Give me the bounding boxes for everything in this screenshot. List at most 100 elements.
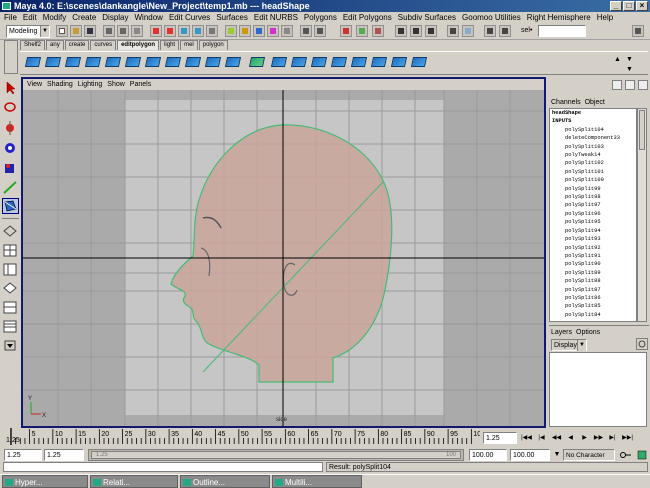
mask-handle-icon[interactable] [150,25,162,37]
character-set-chevron-icon[interactable]: ▼ [552,449,562,461]
render-globals-icon[interactable] [425,25,437,37]
step-back-icon[interactable]: |◀ [536,432,547,444]
playback-start-field[interactable]: 1.25 [44,449,84,461]
mask-surface-icon[interactable] [192,25,204,37]
minimized-window-relationship[interactable]: Relati... [90,475,178,488]
input-node-item[interactable]: deleteComponent33 [550,134,636,142]
snap-view-plane-icon[interactable] [356,25,368,37]
menu-create[interactable]: Create [72,12,96,23]
input-node-item[interactable]: polySplit99 [550,185,636,193]
menu-right-hemisphere[interactable]: Right Hemisphere [527,12,591,23]
shelf-tab-create[interactable]: create [64,40,90,50]
input-node-item[interactable]: polySplit101 [550,168,636,176]
mask-joint-icon[interactable] [164,25,176,37]
shelf-scroll-down-icon[interactable]: ▼ [626,56,634,64]
shelf-poly-tool-10-icon[interactable] [204,53,222,71]
input-node-item[interactable]: polySplit91 [550,252,636,260]
step-forward-key-icon[interactable]: ▶▶ [593,432,604,444]
input-node-item[interactable]: polySplit85 [550,302,636,310]
shelf-poly-tool-9-icon[interactable] [184,53,202,71]
mask-face-icon[interactable] [253,25,265,37]
single-view-layout-icon[interactable] [2,224,19,240]
history-icon[interactable] [372,25,384,37]
mask-uv-icon[interactable] [267,25,279,37]
input-node-item[interactable]: polySplit93 [550,235,636,243]
input-node-item[interactable]: polySplit100 [550,176,636,184]
new-layer-icon[interactable] [636,338,648,350]
save-scene-icon[interactable] [84,25,96,37]
select-tool-icon[interactable] [2,80,19,96]
play-backward-icon[interactable]: ◀ [565,432,576,444]
animation-preferences-icon[interactable] [636,450,648,460]
menu-edit-curves[interactable]: Edit Curves [169,12,210,23]
shelf-poly-tool-20-icon[interactable] [410,53,428,71]
input-node-item[interactable]: polySplit102 [550,159,636,167]
shelf-poly-tool-3-icon[interactable] [64,53,82,71]
outliner-layout-icon[interactable] [2,319,19,335]
shelf-poly-tool-15-icon[interactable] [310,53,328,71]
input-node-item[interactable]: polySplit96 [550,210,636,218]
start-time-field[interactable]: 1.25 [4,449,42,461]
time-slider[interactable]: 5 10 15 20 25 30 35 40 45 50 55 60 65 70 75 80 85 90 95 100 [0,428,480,446]
menu-modify[interactable]: Modify [43,12,67,23]
shelf-poly-tool-8-icon[interactable] [164,53,182,71]
menu-goomoo-utilities[interactable]: Goomoo Utilities [462,12,521,23]
mask-vertex-icon[interactable] [225,25,237,37]
shelf-poly-tool-2-icon[interactable] [44,53,62,71]
snap-grid-icon[interactable] [300,25,312,37]
menu-polygons[interactable]: Polygons [304,12,337,23]
quick-select-input[interactable] [538,25,586,37]
channels-menu[interactable]: Channels [551,99,581,106]
render-icon[interactable] [395,25,407,37]
shelf-tab-shelf2[interactable]: Shelf2 [20,40,46,50]
mode-dropdown[interactable]: Modeling ▼ [6,25,50,38]
mask-curve-icon[interactable] [178,25,190,37]
playback-end-field[interactable]: 100.00 [469,449,507,461]
ipr-render-icon[interactable] [410,25,422,37]
manipulator-tool-icon[interactable] [2,180,19,196]
input-node-item[interactable]: polyTweak14 [550,151,636,159]
hypershade-layout-icon[interactable] [2,300,19,316]
input-node-item[interactable]: polySplit90 [550,260,636,268]
layers-menu-layers[interactable]: Layers [551,329,572,336]
input-node-item[interactable]: polySplit98 [550,193,636,201]
channel-box-toggle-icon[interactable] [632,25,644,37]
channel-box-list[interactable]: headShape INPUTS polySplit104 deleteComp… [549,108,637,322]
viewport-scene[interactable]: Y X side [23,90,544,426]
input-node-item[interactable]: polySplit88 [550,277,636,285]
menu-edit-polygons[interactable]: Edit Polygons [343,12,392,23]
go-to-start-icon[interactable]: |◀◀ [521,432,532,444]
shelf-poly-tool-17-icon[interactable] [350,53,368,71]
current-time-field[interactable]: 1.25 [483,432,517,444]
menu-surfaces[interactable]: Surfaces [216,12,248,23]
rotate-tool-icon[interactable] [2,140,19,156]
four-view-layout-icon[interactable] [2,243,19,259]
layer-display-dropdown[interactable]: Display ▼ [551,339,587,351]
snap-curve-icon[interactable] [314,25,326,37]
shelf-poly-tool-16-icon[interactable] [330,53,348,71]
channel-box-icon[interactable] [612,80,622,90]
menu-display[interactable]: Display [102,12,128,23]
channel-node-name[interactable]: headShape [550,109,636,117]
range-slider-bar[interactable]: 1.25 100 [88,449,464,461]
input-node-item[interactable]: polySplit103 [550,143,636,151]
snap-point-icon[interactable] [340,25,352,37]
shelf-poly-tool-19-icon[interactable] [390,53,408,71]
shelf-tab-editpolygon[interactable]: editpolygon [117,40,160,50]
input-output-icon[interactable] [447,25,459,37]
shelf-tab-polygon[interactable]: polygon [198,40,228,50]
input-node-item[interactable]: polySplit87 [550,286,636,294]
panel-toggle-icon[interactable] [638,80,648,90]
input-node-item[interactable]: polySplit84 [550,311,636,319]
persp-graph-layout-icon[interactable] [2,281,19,297]
minimized-window-multilister[interactable]: Multili... [272,475,362,488]
input-node-item[interactable]: polySplit89 [550,269,636,277]
scale-tool-icon[interactable] [2,160,19,176]
layers-menu-options[interactable]: Options [576,329,600,336]
input-node-item[interactable]: polySplit86 [550,294,636,302]
shelf-poly-tool-18-icon[interactable] [370,53,388,71]
select-component-icon[interactable] [131,25,143,37]
select-hierarchy-icon[interactable] [103,25,115,37]
new-scene-icon[interactable] [56,25,68,37]
shelf-scroll-up-icon[interactable]: ▲ [614,56,622,64]
